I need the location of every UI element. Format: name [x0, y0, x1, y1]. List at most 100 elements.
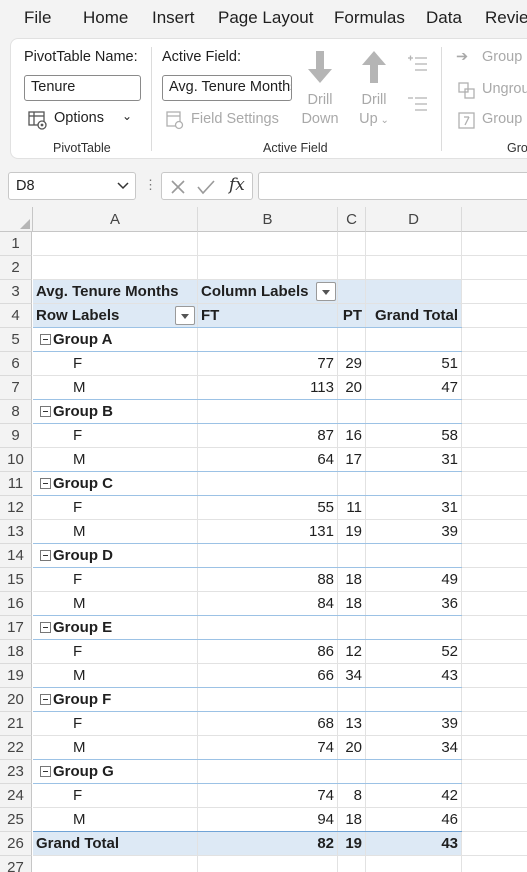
menu-insert[interactable]: Insert — [152, 8, 195, 28]
row-header-11[interactable]: 11 — [0, 472, 32, 496]
group-selection-button[interactable]: ➔ Group Selection — [456, 49, 527, 69]
pivottable-name-input[interactable]: Tenure — [24, 75, 141, 101]
group-label-group: Group — [507, 141, 527, 155]
field-settings-label: Field Settings — [191, 111, 279, 127]
row-header-17[interactable]: 17 — [0, 616, 32, 640]
worksheet-grid: A B C D 1 2 3 4 5 6 7 8 9 10 11 12 13 14 15 16 17 18 19 20 2… — [0, 207, 527, 872]
grand-total-pt: 19 — [345, 835, 362, 852]
pivot-value-field-label: Avg. Tenure Months — [36, 283, 179, 300]
group-label: Group D — [53, 547, 113, 564]
column-header-a[interactable]: A — [33, 207, 198, 232]
value-pt: 18 — [345, 571, 362, 588]
pivot-col-header-ft: FT — [201, 307, 220, 324]
row-header-8[interactable]: 8 — [0, 400, 32, 424]
group-label: Group G — [53, 763, 114, 780]
row-header-4[interactable]: 4 — [0, 304, 32, 328]
value-ft: 84 — [317, 595, 334, 612]
value-grand-total: 58 — [441, 427, 458, 444]
cancel-icon[interactable] — [170, 179, 186, 195]
group-field-icon — [458, 112, 475, 129]
value-pt: 18 — [345, 595, 362, 612]
ungroup-button[interactable]: Ungroup — [456, 81, 527, 101]
field-settings-button[interactable]: Field Settings — [165, 109, 290, 131]
drill-up-button[interactable]: Drill Up ⌄ — [352, 49, 396, 130]
menu-review[interactable]: Review — [485, 8, 527, 28]
insert-function-icon[interactable]: fx — [229, 175, 245, 195]
grid-column-line — [365, 232, 366, 872]
row-labels-filter-button[interactable] — [175, 306, 195, 325]
row-header-1[interactable]: 1 — [0, 232, 32, 256]
value-pt: 34 — [345, 667, 362, 684]
drill-down-button[interactable]: Drill Down — [298, 49, 342, 129]
column-header-b[interactable]: B — [198, 207, 338, 232]
row-header-13[interactable]: 13 — [0, 520, 32, 544]
row-header-18[interactable]: 18 — [0, 640, 32, 664]
formula-input[interactable] — [258, 172, 527, 200]
row-header-22[interactable]: 22 — [0, 736, 32, 760]
arrow-down-icon — [308, 51, 332, 83]
pivot-row-labels: Row Labels — [36, 307, 120, 324]
group-label: Group A — [53, 331, 113, 348]
value-pt: 18 — [345, 811, 362, 828]
row-header-25[interactable]: 25 — [0, 808, 32, 832]
row-header-26[interactable]: 26 — [0, 832, 32, 856]
menu-file[interactable]: File — [24, 8, 51, 28]
row-item-label: M — [73, 667, 86, 684]
row-header-27[interactable]: 27 — [0, 856, 32, 872]
row-header-21[interactable]: 21 — [0, 712, 32, 736]
row-item-label: M — [73, 451, 86, 468]
enter-icon[interactable] — [197, 179, 215, 195]
column-header-c[interactable]: C — [338, 207, 366, 232]
row-header-19[interactable]: 19 — [0, 664, 32, 688]
row-header-12[interactable]: 12 — [0, 496, 32, 520]
active-field-label: Active Field: — [162, 49, 241, 65]
value-ft: 87 — [317, 427, 334, 444]
menu-page-layout[interactable]: Page Layout — [218, 8, 313, 28]
row-header-23[interactable]: 23 — [0, 760, 32, 784]
menu-formulas[interactable]: Formulas — [334, 8, 405, 28]
name-box[interactable]: D8 — [8, 172, 136, 200]
menu-data[interactable]: Data — [426, 8, 462, 28]
select-all-corner[interactable] — [0, 207, 33, 232]
ungroup-label: Ungroup — [482, 81, 527, 97]
active-field-input[interactable]: Avg. Tenure Months — [162, 75, 292, 101]
row-header-9[interactable]: 9 — [0, 424, 32, 448]
ribbon: PivotTable Name: Tenure Options ⌄ PivotT… — [10, 38, 527, 159]
ungroup-icon — [458, 82, 475, 99]
row-header-7[interactable]: 7 — [0, 376, 32, 400]
arrow-up-icon — [362, 51, 386, 83]
row-header-5[interactable]: 5 — [0, 328, 32, 352]
grid-row-line — [33, 255, 527, 256]
row-header-6[interactable]: 6 — [0, 352, 32, 376]
options-button[interactable]: Options ⌄ — [27, 109, 167, 131]
row-header-24[interactable]: 24 — [0, 784, 32, 808]
value-pt: 11 — [346, 499, 362, 516]
row-header-2[interactable]: 2 — [0, 256, 32, 280]
column-header-e[interactable] — [462, 207, 527, 232]
value-ft: 94 — [317, 811, 334, 828]
drill-down-label-1: Drill — [307, 92, 333, 108]
row-item-label: F — [73, 643, 83, 660]
column-header-d[interactable]: D — [366, 207, 462, 232]
row-header-20[interactable]: 20 — [0, 688, 32, 712]
value-grand-total: 52 — [441, 643, 458, 660]
menu-home[interactable]: Home — [83, 8, 128, 28]
expand-field-icon[interactable] — [407, 55, 429, 73]
row-header-3[interactable]: 3 — [0, 280, 32, 304]
group-selection-label: Group Selection — [482, 49, 527, 65]
row-header-14[interactable]: 14 — [0, 544, 32, 568]
collapse-field-icon[interactable] — [407, 95, 429, 113]
group-field-button[interactable]: Group Field — [456, 111, 527, 131]
group-separator — [151, 47, 152, 151]
value-pt: 17 — [345, 451, 362, 468]
menu-bar: File Home Insert Page Layout Formulas Da… — [0, 0, 527, 36]
value-ft: 74 — [317, 787, 334, 804]
drill-up-label-2: Up ⌄ — [359, 111, 389, 127]
value-grand-total: 42 — [441, 787, 458, 804]
more-options-icon[interactable]: ⋮ — [144, 177, 157, 193]
row-header-15[interactable]: 15 — [0, 568, 32, 592]
column-labels-filter-button[interactable] — [316, 282, 336, 301]
drill-up-label-2-text: Up — [359, 111, 378, 127]
row-header-10[interactable]: 10 — [0, 448, 32, 472]
row-header-16[interactable]: 16 — [0, 592, 32, 616]
